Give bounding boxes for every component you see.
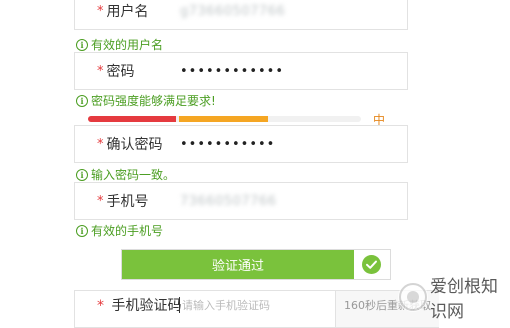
phone-value[interactable]: 73660507766	[180, 183, 276, 219]
confirm-tip-text: 输入密码一致。	[91, 168, 176, 182]
slider-verification[interactable]: 验证通过	[121, 249, 391, 280]
sms-code-input[interactable]: 请输入手机验证码	[179, 297, 270, 313]
info-icon: i	[76, 94, 88, 107]
required-star: *	[97, 63, 104, 79]
check-icon[interactable]	[362, 255, 381, 274]
phone-label: * 手机号	[97, 183, 149, 219]
username-label: * 用户名	[97, 0, 149, 29]
sms-code-label: * 手机验证码	[97, 295, 181, 315]
username-field[interactable]: * 用户名 g73660507766	[74, 0, 408, 30]
verify-success-bar: 验证通过	[122, 250, 354, 279]
password-tip: i 密码强度能够满足要求!	[76, 92, 216, 109]
confirm-password-field[interactable]: * 确认密码 •••••••••••	[74, 125, 408, 163]
watermark-logo-svg	[399, 283, 427, 311]
password-value[interactable]: ••••••••••••	[180, 53, 284, 89]
strength-segment-weak	[88, 116, 176, 122]
info-icon: i	[76, 38, 88, 51]
confirm-tip: i 输入密码一致。	[76, 166, 175, 183]
phone-label-text: 手机号	[106, 194, 149, 210]
sms-code-field[interactable]: * 手机验证码 请输入手机验证码 160秒后重新获取	[74, 290, 439, 328]
required-star: *	[97, 136, 104, 152]
phone-field[interactable]: * 手机号 73660507766	[74, 182, 408, 220]
password-label-text: 密码	[106, 64, 135, 80]
watermark: 爱创根知识网	[398, 272, 510, 322]
watermark-text: 爱创根知识网	[430, 277, 498, 322]
username-label-text: 用户名	[106, 4, 149, 20]
confirm-password-label-text: 确认密码	[106, 137, 163, 153]
required-star: *	[97, 3, 104, 19]
password-strength-meter	[88, 116, 361, 122]
watermark-logo-icon	[398, 282, 428, 312]
check-icon-svg	[366, 260, 377, 269]
confirm-password-label: * 确认密码	[97, 126, 163, 162]
phone-tip: i 有效的手机号	[76, 222, 163, 239]
username-tip-text: 有效的用户名	[91, 38, 164, 52]
username-value[interactable]: g73660507766	[180, 0, 285, 29]
info-icon: i	[76, 224, 88, 237]
info-icon: i	[76, 168, 88, 181]
confirm-password-value[interactable]: •••••••••••	[180, 126, 275, 162]
phone-tip-text: 有效的手机号	[91, 224, 164, 238]
username-tip: i 有效的用户名	[76, 36, 163, 53]
required-star: *	[97, 193, 104, 209]
required-star: *	[97, 298, 104, 314]
password-tip-text: 密码强度能够满足要求!	[91, 94, 216, 108]
sms-code-label-text: 手机验证码	[111, 298, 182, 314]
password-label: * 密码	[97, 53, 135, 89]
password-field[interactable]: * 密码 ••••••••••••	[74, 52, 408, 90]
strength-segment-medium	[179, 116, 268, 122]
